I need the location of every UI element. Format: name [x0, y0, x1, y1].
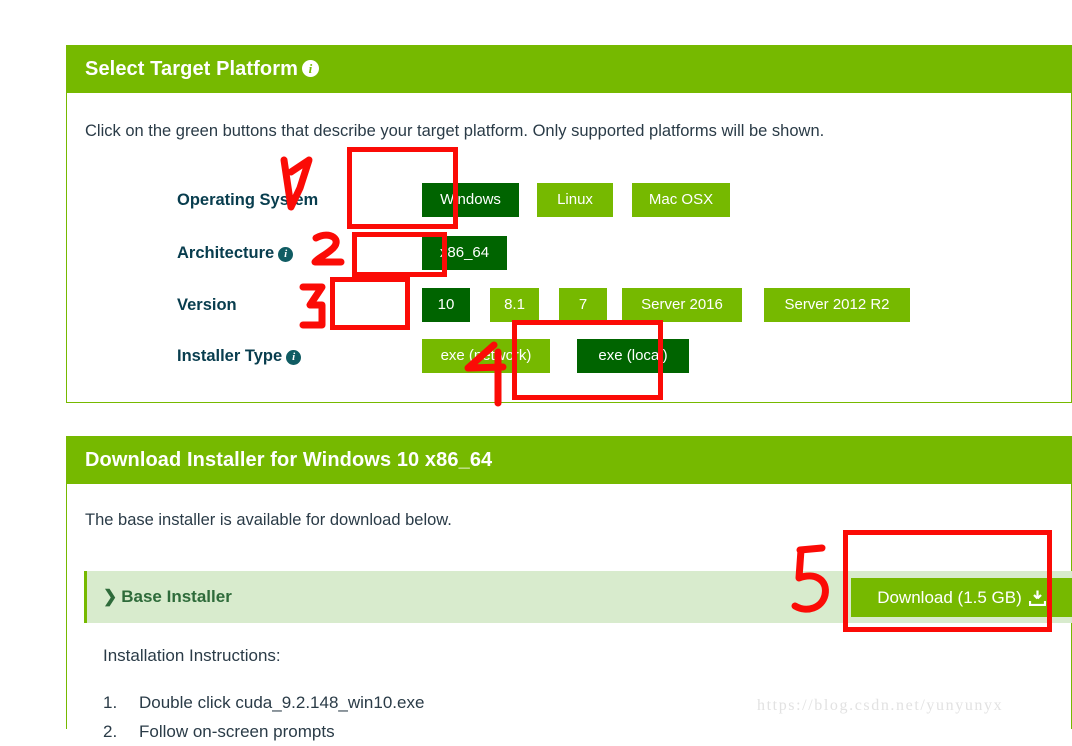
- version-button-10[interactable]: 10: [422, 288, 470, 322]
- download-panel-header: Download Installer for Windows 10 x86_64: [67, 437, 1071, 484]
- chevron-right-icon: ❯: [103, 587, 118, 606]
- platform-panel-title: Select Target Platform: [85, 58, 299, 80]
- list-item-text: Double click cuda_9.2.148_win10.exe: [139, 693, 425, 712]
- row-version: Version 10 8.1 7 Server 2016 Server 2012…: [67, 288, 1071, 322]
- list-item: 2. Follow on-screen prompts: [103, 717, 424, 746]
- version-button-server-2012-r2[interactable]: Server 2012 R2: [764, 288, 910, 322]
- installation-instructions-list: 1. Double click cuda_9.2.148_win10.exe 2.…: [103, 688, 424, 746]
- annotation-box-2: [352, 232, 447, 277]
- version-button-8-1[interactable]: 8.1: [490, 288, 539, 322]
- list-item-number: 1.: [103, 693, 118, 712]
- version-button-server-2016[interactable]: Server 2016: [622, 288, 742, 322]
- row-label-architecture: Architecture i: [177, 236, 294, 270]
- download-intro-text: The base installer is available for down…: [85, 511, 452, 529]
- os-button-mac-osx[interactable]: Mac OSX: [632, 183, 730, 217]
- base-installer-label: ❯ Base Installer: [103, 571, 232, 623]
- installation-instructions-title: Installation Instructions:: [103, 646, 281, 665]
- row-operating-system: Operating System Windows Linux Mac OSX: [67, 183, 1071, 217]
- row-label-installer-type: Installer Type i: [177, 339, 302, 373]
- annotation-box-4: [512, 320, 663, 400]
- row-label-version: Version: [177, 296, 237, 314]
- platform-intro-text: Click on the green buttons that describe…: [85, 122, 825, 140]
- os-button-linux[interactable]: Linux: [537, 183, 613, 217]
- download-panel-body: The base installer is available for down…: [67, 484, 1071, 530]
- version-button-7[interactable]: 7: [559, 288, 607, 322]
- watermark-text: https://blog.csdn.net/yunyunyx: [757, 697, 1004, 714]
- list-item: 1. Double click cuda_9.2.148_win10.exe: [103, 688, 424, 717]
- platform-panel-body: Click on the green buttons that describe…: [67, 93, 1071, 145]
- annotation-box-3: [330, 277, 410, 330]
- list-item-number: 2.: [103, 722, 118, 741]
- annotation-box-1: [347, 147, 458, 229]
- installer-type-info-icon[interactable]: i: [286, 350, 302, 365]
- row-architecture: Architecture i x86_64: [67, 236, 1071, 270]
- architecture-info-icon[interactable]: i: [278, 247, 294, 262]
- row-label-operating-system: Operating System: [177, 191, 319, 209]
- platform-panel-header: Select Target Platform i: [67, 46, 1071, 93]
- info-icon[interactable]: i: [302, 60, 320, 77]
- list-item-text: Follow on-screen prompts: [139, 722, 335, 741]
- download-panel-title: Download Installer for Windows 10 x86_64: [85, 449, 493, 471]
- annotation-box-5: [843, 530, 1052, 632]
